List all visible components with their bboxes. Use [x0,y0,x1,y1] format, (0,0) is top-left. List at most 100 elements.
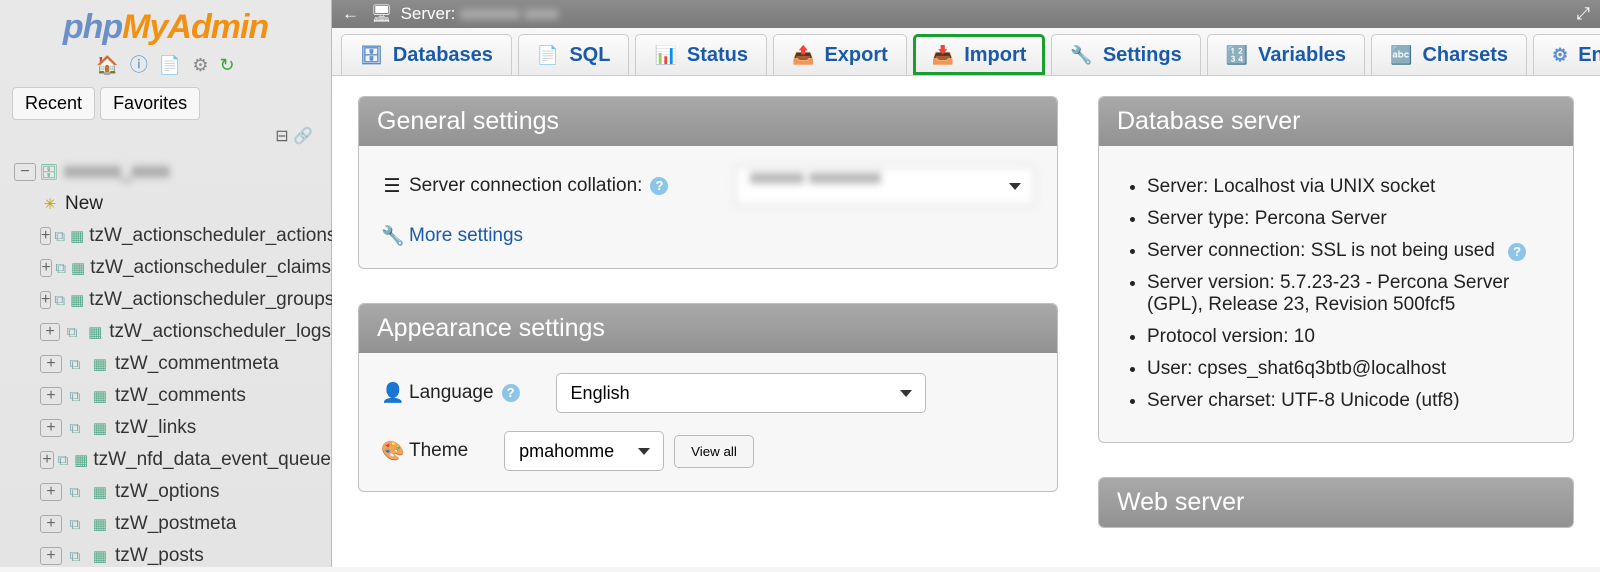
expand-icon[interactable]: + [40,355,62,373]
theme-select[interactable]: pmahomme [504,431,664,471]
table-icon: ▦ [90,547,110,565]
more-settings-link[interactable]: More settings [409,225,523,247]
settings-icon[interactable]: ⚙ [192,55,208,75]
expand-icon[interactable]: + [40,323,60,341]
web-server-title: Web server [1099,478,1573,527]
db-server-info-item: Protocol version: 10 [1147,326,1551,348]
tree-table[interactable]: +⧉▦tzW_actionscheduler_groups [0,284,331,316]
language-label: Language [409,382,494,404]
theme-icon: 🎨 [381,439,403,463]
table-name: tzW_postmeta [115,513,236,535]
link-icon[interactable]: 🔗 [293,128,313,145]
table-structure-icon[interactable]: ⧉ [65,516,85,533]
server-label: Server: [401,4,456,24]
table-structure-icon[interactable]: ⧉ [65,420,85,437]
tab-engines[interactable]: ⚙Engines [1533,34,1600,75]
tab-import[interactable]: 📥Import [913,34,1046,75]
tab-export[interactable]: 📤Export [773,34,907,75]
expand-icon[interactable]: + [40,547,62,565]
help-icon[interactable]: ? [502,384,520,402]
appearance-settings-panel: Appearance settings 👤 Language ? English [358,303,1058,492]
table-structure-icon[interactable]: ⧉ [54,292,65,309]
tab-settings[interactable]: 🔧Settings [1051,34,1200,75]
expand-icon[interactable]: + [40,483,62,501]
tree-table[interactable]: +⧉▦tzW_comments [0,380,331,412]
favorites-button[interactable]: Favorites [100,87,200,120]
collation-select[interactable]: xxxxxx xxxxxxxx [735,166,1035,206]
tab-sql[interactable]: 📄SQL [518,34,630,75]
expand-icon[interactable]: + [40,227,51,245]
recent-button[interactable]: Recent [12,87,95,120]
docs-icon[interactable]: 📄 [159,55,181,75]
content: General settings ☰ Server connection col… [332,76,1600,567]
tab-charsets[interactable]: 🔤Charsets [1371,34,1527,75]
expand-icon[interactable]: + [40,515,62,533]
home-icon[interactable]: 🏠 [96,55,118,75]
table-icon: ▦ [90,419,110,437]
tree-table[interactable]: +⧉ ▦ tzW_commentmeta [0,348,331,380]
nav-back-icon[interactable]: ← [342,4,359,24]
help-icon[interactable]: ? [650,177,668,195]
tree-table[interactable]: +⧉ ▦ tzW_options [0,476,331,508]
table-icon: ▦ [90,515,110,533]
table-structure-icon[interactable]: ⧉ [54,228,65,245]
new-table-icon: ✳ [40,195,60,213]
server-name: xxxxxxx xxxx [460,4,558,24]
table-name: tzW_links [115,417,196,439]
tree-table[interactable]: +⧉ ▦ tzW_posts [0,540,331,572]
tree-table[interactable]: +⧉▦tzW_actionscheduler_logs [0,316,331,348]
expand-icon[interactable]: + [40,419,62,437]
db-server-info-item: Server charset: UTF-8 Unicode (utf8) [1147,390,1551,412]
table-name: tzW_commentmeta [115,353,279,375]
language-select[interactable]: English [556,373,926,413]
collapse-db-icon[interactable]: − [14,163,36,181]
db-tree: − 🗄 xxxxxx_xxxx ✳ New +⧉▦tzW_actionsched… [0,156,331,572]
db-server-info-item: User: cpses_shat6q3btb@localhost [1147,358,1551,380]
help-icon[interactable]: ? [1508,243,1526,261]
tab-status[interactable]: 📊Status [635,34,767,75]
tree-table[interactable]: +⧉ ▦ tzW_postmeta [0,508,331,540]
table-name: tzW_actionscheduler_groups [89,289,334,311]
table-structure-icon[interactable]: ⧉ [65,388,85,405]
db-name: xxxxxx_xxxx [64,161,170,183]
table-structure-icon[interactable]: ⧉ [65,548,85,565]
tree-db-root[interactable]: − 🗄 xxxxxx_xxxx [0,156,331,188]
table-icon: ▦ [90,483,110,501]
table-structure-icon[interactable]: ⧉ [65,484,85,501]
table-name: tzW_posts [115,545,204,567]
view-all-themes-button[interactable]: View all [674,435,754,468]
tree-table[interactable]: +⧉▦tzW_actionscheduler_claims [0,252,331,284]
db-server-info-item: Server connection: SSL is not being used… [1147,240,1551,262]
table-name: tzW_nfd_data_event_queue [93,449,331,471]
table-structure-icon[interactable]: ⧉ [63,324,81,341]
collation-icon: ☰ [381,175,403,198]
table-icon: ▦ [86,323,104,341]
tree-new[interactable]: ✳ New [0,188,331,220]
expand-icon[interactable]: + [40,451,54,469]
export-icon: 📤 [792,45,814,66]
expand-icon[interactable]: + [40,291,51,309]
tree-table[interactable]: +⧉ ▦ tzW_links [0,412,331,444]
table-structure-icon[interactable]: ⧉ [65,356,85,373]
expand-icon[interactable]: + [40,259,52,277]
reload-icon[interactable]: ↻ [219,55,234,75]
table-structure-icon[interactable]: ⧉ [55,260,66,277]
left-column: General settings ☰ Server connection col… [358,96,1058,547]
settings-icon: 🔧 [1070,45,1092,66]
databases-icon: 🗄 [360,45,383,66]
charsets-icon: 🔤 [1390,45,1412,66]
table-name: tzW_options [115,481,220,503]
tab-databases[interactable]: 🗄Databases [341,34,512,75]
collapse-topbar-icon[interactable]: ⤢ [1576,4,1590,24]
recent-favorites: Recent Favorites [12,87,331,120]
database-server-panel: Database server Server: Localhost via UN… [1098,96,1574,443]
collapse-icon[interactable]: ⊟ [275,128,288,145]
expand-icon[interactable]: + [40,387,62,405]
table-icon: ▦ [90,355,110,373]
tree-table[interactable]: +⧉▦tzW_nfd_data_event_queue [0,444,331,476]
table-structure-icon[interactable]: ⧉ [57,452,69,469]
tab-variables[interactable]: 🔢Variables [1207,34,1365,75]
tree-table[interactable]: +⧉▦tzW_actionscheduler_actions [0,220,331,252]
logout-icon[interactable]: ⓘ [130,55,148,75]
main: ← 🖥 Server: xxxxxxx xxxx ⤢ 🗄Databases📄SQ… [332,0,1600,567]
